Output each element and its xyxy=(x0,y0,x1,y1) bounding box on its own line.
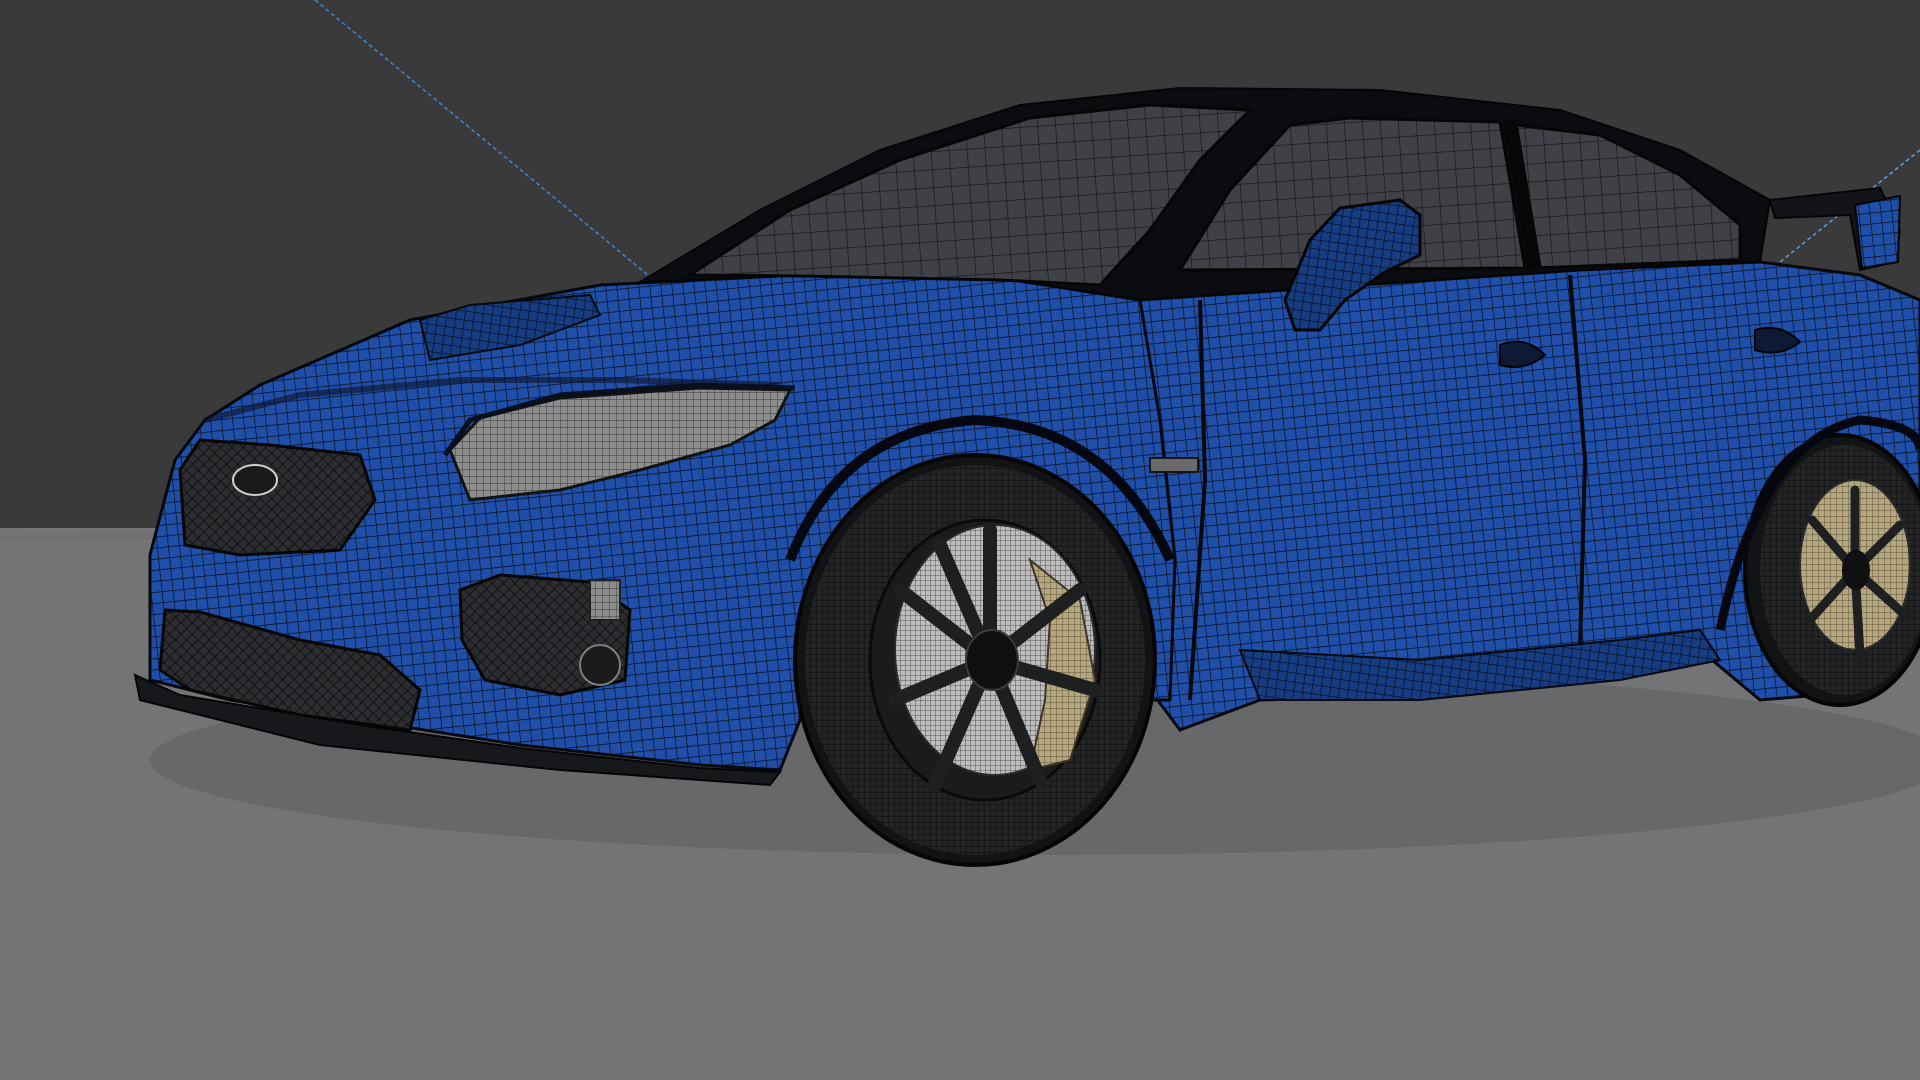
wheel-hub xyxy=(965,629,1019,691)
3d-viewport[interactable] xyxy=(0,0,1920,1080)
fog-light-bar xyxy=(589,579,621,621)
front-emblem xyxy=(232,464,278,496)
rear-wheel xyxy=(1743,433,1920,707)
front-wheel xyxy=(793,453,1157,867)
fender-badge xyxy=(1149,457,1199,473)
fog-light xyxy=(579,644,621,686)
scene-canvas xyxy=(0,0,1920,1080)
front-grille xyxy=(178,438,377,557)
rear-spoiler-fin xyxy=(1853,194,1902,270)
